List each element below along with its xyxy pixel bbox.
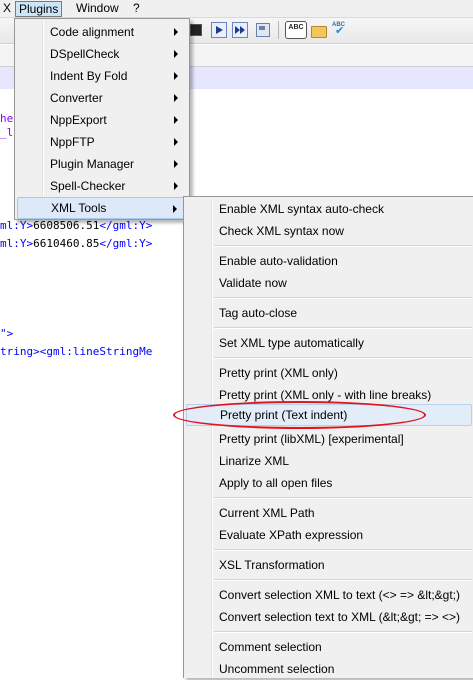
menu-item-dspellcheck[interactable]: DSpellCheck (17, 43, 187, 65)
annotation-ellipse (173, 401, 426, 429)
code-line: he (0, 112, 14, 125)
menu-item-nppftp[interactable]: NppFTP (17, 131, 187, 153)
menu-window[interactable]: Window (73, 1, 122, 17)
menu-item-label: NppFTP (50, 135, 95, 149)
code-line: tring><gml:lineStringMe (0, 345, 153, 358)
menu-item-spell-checker[interactable]: Spell-Checker (17, 175, 187, 197)
menu-help[interactable]: ? (130, 1, 143, 17)
menu-item-tag-auto-close[interactable]: Tag auto-close (186, 302, 472, 324)
submenu-arrow-icon (174, 28, 178, 36)
menu-item-label: Converter (50, 91, 103, 105)
submenu-arrow-icon (174, 116, 178, 124)
menu-item-label: Indent By Fold (50, 69, 128, 83)
menu-x[interactable]: X (0, 1, 14, 17)
menu-separator (214, 549, 472, 551)
menu-separator (214, 327, 472, 329)
stop-record-icon[interactable] (188, 22, 204, 38)
menu-separator (214, 579, 472, 581)
menu-item-apply-to-all-open-files[interactable]: Apply to all open files (186, 472, 472, 494)
menu-item-check-xml-syntax-now[interactable]: Check XML syntax now (186, 220, 472, 242)
menu-item-label: Spell-Checker (50, 179, 126, 193)
xml-tag: ml:Y> (0, 219, 34, 232)
play-macro-icon[interactable] (211, 22, 227, 38)
code-line: "> (0, 327, 14, 340)
xml-value: 6608506.51 (33, 219, 100, 232)
xml-tag: ml:Y> (0, 237, 34, 250)
menu-item-indent-by-fold[interactable]: Indent By Fold (17, 65, 187, 87)
submenu-arrow-icon (174, 50, 178, 58)
folder-icon[interactable] (310, 22, 327, 38)
submenu-arrow-icon (173, 205, 177, 213)
menu-item-xsl-transformation[interactable]: XSL Transformation (186, 554, 472, 576)
menu-item-pretty-print-xml-only[interactable]: Pretty print (XML only) (186, 362, 472, 384)
menu-item-evaluate-xpath[interactable]: Evaluate XPath expression (186, 524, 472, 546)
menu-item-enable-auto-validation[interactable]: Enable auto-validation (186, 250, 472, 272)
menu-item-current-xml-path[interactable]: Current XML Path (186, 502, 472, 524)
menu-bar: X Plugins Window ? (0, 0, 473, 18)
menu-plugins[interactable]: Plugins (15, 1, 63, 17)
toolbar-separator (278, 21, 279, 39)
menu-item-pretty-print-libxml[interactable]: Pretty print (libXML) [experimental] (186, 428, 472, 450)
menu-item-label: Code alignment (50, 25, 135, 39)
menu-separator (214, 245, 472, 247)
menu-item-comment-selection[interactable]: Comment selection (186, 636, 472, 658)
menu-item-code-alignment[interactable]: Code alignment (17, 21, 187, 43)
save-macro-icon[interactable] (255, 22, 271, 38)
spellcheck-abc-icon[interactable]: ABC (285, 21, 307, 39)
submenu-arrow-icon (174, 138, 178, 146)
menu-item-convert-text-to-xml[interactable]: Convert selection text to XML (&lt;&gt; … (186, 606, 472, 628)
menu-separator (214, 297, 472, 299)
menu-separator (214, 357, 472, 359)
menu-item-xml-tools[interactable]: XML Tools (17, 197, 187, 219)
menu-item-label: XML Tools (51, 201, 107, 215)
xml-tag: </gml:Y> (99, 219, 153, 232)
menu-item-plugin-manager[interactable]: Plugin Manager (17, 153, 187, 175)
xml-tools-submenu: Enable XML syntax auto-check Check XML s… (183, 196, 473, 678)
xml-tag: </gml:Y> (99, 237, 153, 250)
menu-item-convert-xml-to-text[interactable]: Convert selection XML to text (<> => &lt… (186, 584, 472, 606)
menu-item-validate-now[interactable]: Validate now (186, 272, 472, 294)
menu-separator (214, 631, 472, 633)
code-line: _l (0, 126, 14, 139)
menu-item-label: NppExport (50, 113, 107, 127)
menu-item-nppexport[interactable]: NppExport (17, 109, 187, 131)
submenu-arrow-icon (174, 72, 178, 80)
menu-item-enable-xml-syntax-auto-check[interactable]: Enable XML syntax auto-check (186, 198, 472, 220)
menu-item-set-xml-type-automatically[interactable]: Set XML type automatically (186, 332, 472, 354)
menu-item-converter[interactable]: Converter (17, 87, 187, 109)
menu-separator (214, 497, 472, 499)
menu-item-linarize-xml[interactable]: Linarize XML (186, 450, 472, 472)
submenu-arrow-icon (174, 160, 178, 168)
menu-item-label: Plugin Manager (50, 157, 135, 171)
submenu-arrow-icon (174, 182, 178, 190)
menu-item-uncomment-selection[interactable]: Uncomment selection (186, 658, 472, 680)
run-macro-multiple-icon[interactable] (232, 22, 248, 38)
code-line: ml:Y>6610460.85</gml:Y> (0, 237, 152, 251)
spellcheck-auto-icon[interactable]: ABC (332, 22, 352, 38)
menu-item-label: DSpellCheck (50, 47, 120, 61)
submenu-arrow-icon (174, 94, 178, 102)
xml-value: 6610460.85 (33, 237, 100, 250)
plugins-menu: Code alignment DSpellCheck Indent By Fol… (14, 18, 190, 220)
code-line: ml:Y>6608506.51</gml:Y> (0, 219, 152, 233)
